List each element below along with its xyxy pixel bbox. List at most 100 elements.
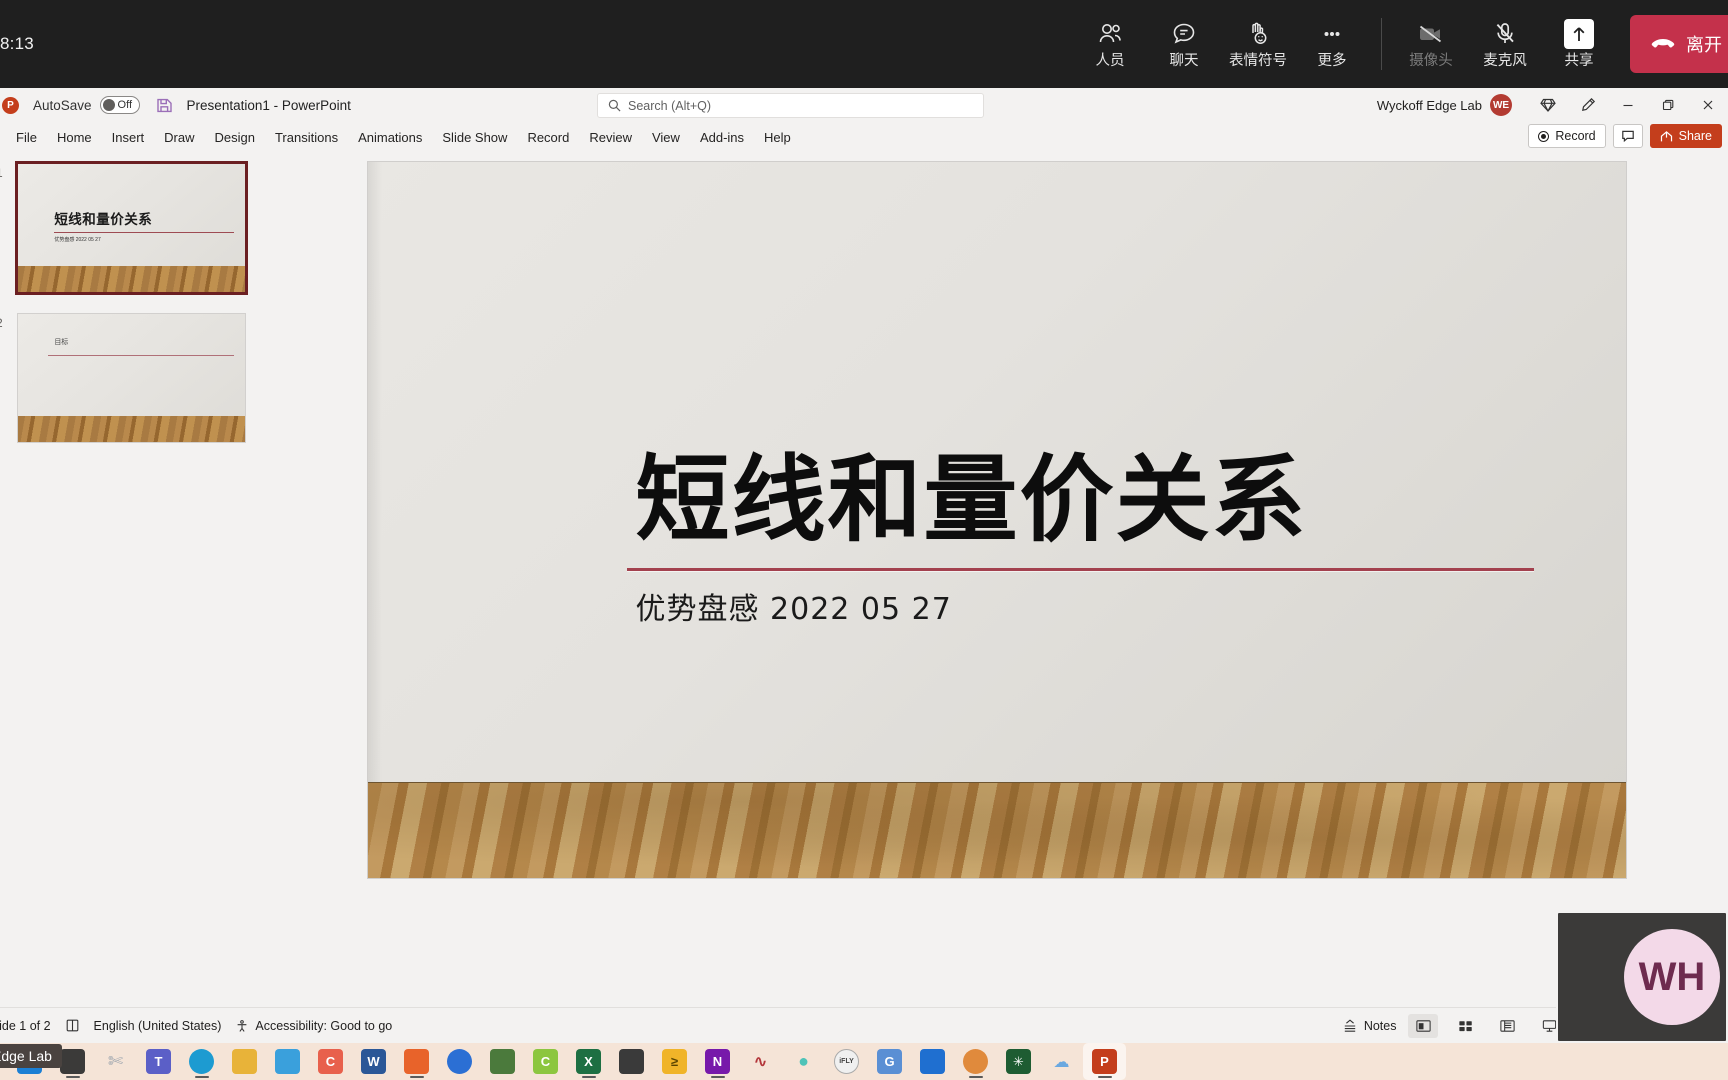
taskbar-item-wps-office[interactable]: ✳	[997, 1043, 1040, 1080]
view-slide-sorter-button[interactable]	[1450, 1014, 1480, 1038]
teams-reactions-button[interactable]: 表情符号	[1221, 4, 1295, 84]
taskbar-item-file-explorer[interactable]	[223, 1043, 266, 1080]
tab-add-ins[interactable]: Add-ins	[690, 126, 754, 149]
teams-share-button[interactable]: 共享	[1542, 4, 1616, 84]
title-bar-right: Wyckoff Edge Lab WE	[1377, 88, 1728, 122]
taskbar-item-netease-music[interactable]: ∿	[739, 1043, 782, 1080]
teams-mic-button[interactable]: 麦克风	[1468, 4, 1542, 84]
teams-more-button[interactable]: 更多	[1295, 4, 1369, 84]
comments-button[interactable]	[1612, 124, 1643, 148]
normal-view-icon	[1416, 1019, 1431, 1032]
teams-mic-label: 麦克风	[1483, 53, 1527, 70]
taskbar-item-camtasia[interactable]: C	[309, 1043, 352, 1080]
comment-icon	[1621, 130, 1634, 143]
minimize-button[interactable]	[1608, 88, 1648, 122]
taskbar-item-microsoft-onenote[interactable]: N	[696, 1043, 739, 1080]
tab-animations[interactable]: Animations	[348, 126, 432, 149]
tab-draw[interactable]: Draw	[154, 126, 204, 149]
teams-more-label: 更多	[1317, 53, 1347, 70]
teams-camera-label: 摄像头	[1409, 53, 1453, 70]
taskbar-item-iflytek[interactable]: iFLY	[825, 1043, 868, 1080]
screen-root: 8:13 人员 聊天 表情符号 更多 摄像头 麦克风 共享 离开 P AutoS…	[0, 0, 1728, 1080]
record-button[interactable]: Record	[1528, 124, 1606, 148]
close-button[interactable]	[1688, 88, 1728, 122]
view-normal-button[interactable]	[1408, 1013, 1439, 1038]
taskbar-item-trading-chart[interactable]	[911, 1043, 954, 1080]
thumbnail-row-1: 1 短线和量价关系 优势盘感 2022 05 27	[0, 161, 265, 295]
taskbar-item-google-translate[interactable]: G	[868, 1043, 911, 1080]
tab-help[interactable]: Help	[754, 126, 801, 149]
ink-pen-icon[interactable]	[1568, 88, 1608, 122]
tab-slide-show[interactable]: Slide Show	[432, 126, 517, 149]
taskbar-item-weather[interactable]: ☁	[1040, 1043, 1083, 1080]
taskbar-item-camtasia-green[interactable]: C	[524, 1043, 567, 1080]
taskbar-item-microsoft-edge[interactable]	[180, 1043, 223, 1080]
teams-people-button[interactable]: 人员	[1073, 4, 1147, 84]
save-icon[interactable]	[156, 97, 173, 114]
autosave-toggle-knob	[102, 99, 115, 111]
taskbar-item-microsoft-teams[interactable]: T	[137, 1043, 180, 1080]
accessibility-indicator[interactable]: Accessibility: Good to go	[235, 1019, 392, 1033]
tab-view[interactable]: View	[642, 126, 690, 149]
diamond-icon[interactable]	[1528, 88, 1568, 122]
view-reading-button[interactable]	[1492, 1014, 1522, 1038]
thumbnail-wood-floor	[18, 266, 245, 292]
taskbar-item-avatar-app[interactable]	[954, 1043, 997, 1080]
share-screen-icon	[1564, 19, 1594, 50]
autosave-state: Off	[117, 99, 133, 111]
tab-transitions[interactable]: Transitions	[265, 126, 348, 149]
taskbar-item-browser-blue[interactable]	[438, 1043, 481, 1080]
thumbnail-number: 1	[0, 166, 3, 180]
taskbar-item-microsoft-word[interactable]: W	[352, 1043, 395, 1080]
restore-button[interactable]	[1648, 88, 1688, 122]
tab-home[interactable]: Home	[47, 126, 102, 149]
taskbar-item-powershell[interactable]: ≥	[653, 1043, 696, 1080]
slide-position-indicator[interactable]: Slide 1 of 2	[0, 1019, 51, 1033]
taskbar-item-microsoft-excel[interactable]: X	[567, 1043, 610, 1080]
taskbar-item-notepad-dark[interactable]	[610, 1043, 653, 1080]
taskbar-tooltip: Edge Lab	[0, 1044, 62, 1068]
accessibility-label: Accessibility: Good to go	[255, 1018, 393, 1033]
thumbnail-title: 短线和量价关系	[54, 211, 153, 227]
slide-sorter-icon	[1459, 1020, 1472, 1031]
tab-design[interactable]: Design	[205, 126, 265, 149]
tab-file[interactable]: File	[6, 126, 47, 149]
document-title: Presentation1 - PowerPoint	[186, 97, 351, 113]
slide-thumbnail-1[interactable]: 短线和量价关系 优势盘感 2022 05 27	[15, 161, 248, 295]
tab-insert[interactable]: Insert	[102, 126, 155, 149]
teams-chat-label: 聊天	[1169, 53, 1199, 70]
language-indicator[interactable]: English (United States)	[94, 1019, 222, 1033]
people-icon	[1096, 19, 1124, 49]
notes-button[interactable]: Notes	[1342, 1018, 1396, 1034]
mic-off-icon	[1491, 19, 1519, 49]
account-name[interactable]: Wyckoff Edge Lab	[1377, 98, 1482, 113]
record-dot-icon	[1538, 130, 1550, 142]
slide-thumbnail-pane[interactable]: 1 短线和量价关系 优势盘感 2022 05 27 2 目标	[0, 152, 265, 1007]
search-input[interactable]: Search (Alt+Q)	[597, 93, 984, 118]
slide-title-text[interactable]: 短线和量价关系	[636, 451, 1308, 551]
tab-record[interactable]: Record	[517, 126, 579, 149]
leave-call-button[interactable]: 离开	[1630, 15, 1728, 73]
taskbar-item-microsoft-office[interactable]	[395, 1043, 438, 1080]
slide-subtitle-text[interactable]: 优势盘感 2022 05 27	[636, 584, 952, 628]
autosave-toggle[interactable]: Off	[99, 96, 140, 114]
share-button[interactable]: Share	[1649, 124, 1722, 148]
thumbnail-number: 2	[0, 316, 3, 330]
current-slide[interactable]: 短线和量价关系 优势盘感 2022 05 27	[367, 162, 1626, 878]
taskbar-item-mail[interactable]	[266, 1043, 309, 1080]
tab-review[interactable]: Review	[579, 126, 642, 149]
taskbar-item-snipping-tool[interactable]: ✄	[94, 1043, 137, 1080]
reactions-icon	[1244, 19, 1272, 49]
taskbar-item-microsoft-powerpoint[interactable]: P	[1083, 1043, 1126, 1080]
chat-icon	[1170, 19, 1198, 49]
powerpoint-window: P AutoSave Off Presentation1 - PowerPoin…	[0, 88, 1728, 1043]
teams-camera-button[interactable]: 摄像头	[1394, 4, 1468, 84]
teams-chat-button[interactable]: 聊天	[1147, 4, 1221, 84]
participant-video-tile[interactable]: WH	[1556, 911, 1728, 1043]
slide-thumbnail-2[interactable]: 目标	[18, 314, 245, 442]
participant-avatar: WH	[1624, 929, 1720, 1025]
avatar[interactable]: WE	[1490, 94, 1512, 116]
taskbar-item-wechat[interactable]	[481, 1043, 524, 1080]
taskbar-item-contacts[interactable]: ●	[782, 1043, 825, 1080]
notes-page-icon[interactable]	[65, 1018, 80, 1033]
